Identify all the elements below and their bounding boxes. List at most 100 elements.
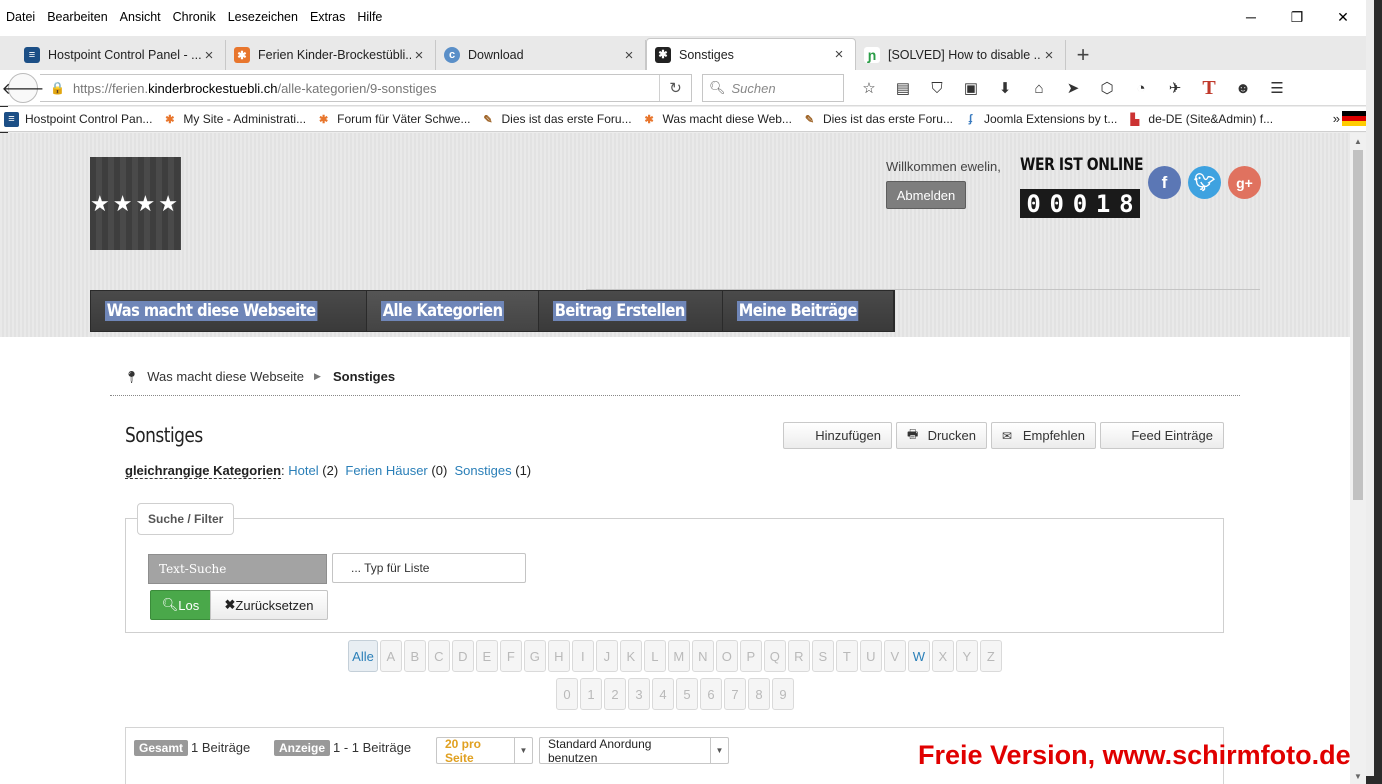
per-page-select[interactable]: 20 pro Seite ▼	[436, 737, 533, 765]
recommend-button[interactable]: ✉ Empfehlen	[991, 422, 1096, 449]
digit-filter-3[interactable]: 3	[628, 678, 650, 710]
letter-filter-a[interactable]: A	[379, 640, 402, 672]
menu-ansicht[interactable]: Ansicht	[120, 10, 161, 24]
add-button[interactable]: Hinzufügen	[783, 422, 892, 449]
menu-datei[interactable]: Datei	[6, 10, 35, 24]
vertical-scrollbar[interactable]: ▲ ▼	[1350, 133, 1366, 784]
bookmark-item[interactable]: ▙ de-DE (Site&Admin) f...	[1127, 112, 1273, 127]
hamburger-menu-icon[interactable]: ☰	[1260, 76, 1294, 100]
scroll-up-icon[interactable]: ▲	[1350, 133, 1366, 149]
download-icon[interactable]: ⬇	[988, 76, 1022, 100]
text-search-input[interactable]: ... Typ für Liste	[332, 553, 526, 583]
close-icon[interactable]: ×	[831, 46, 847, 63]
addon-badge-icon[interactable]: ▣	[954, 76, 988, 100]
letter-filter-o[interactable]: O	[715, 640, 738, 672]
letter-filter-s[interactable]: S	[811, 640, 834, 672]
bookmark-item[interactable]: ✎ Dies ist das erste Foru...	[802, 112, 953, 127]
tab-solved[interactable]: ɲ [SOLVED] How to disable ... ×	[856, 40, 1066, 70]
letter-filter-m[interactable]: M	[667, 640, 690, 672]
letter-filter-y[interactable]: Y	[955, 640, 978, 672]
minimize-icon[interactable]: ─	[1228, 0, 1274, 34]
digit-filter-7[interactable]: 7	[724, 678, 746, 710]
close-icon[interactable]: ×	[201, 47, 217, 64]
digit-filter-4[interactable]: 4	[652, 678, 674, 710]
bookmark-item[interactable]: ✱ Was macht diese Web...	[642, 112, 792, 127]
scrollbar-thumb[interactable]	[1353, 150, 1363, 500]
sibling-link-sonstiges[interactable]: Sonstiges	[455, 463, 512, 478]
feed-button[interactable]: Feed Einträge	[1100, 422, 1224, 449]
close-icon[interactable]: ×	[411, 47, 427, 64]
menu-bearbeiten[interactable]: Bearbeiten	[47, 10, 107, 24]
bookmark-item[interactable]: ʄ Joomla Extensions by t...	[963, 112, 1118, 127]
logout-button[interactable]: Abmelden	[886, 181, 966, 209]
scroll-down-icon[interactable]: ▼	[1350, 768, 1366, 784]
breadcrumb-home[interactable]: Was macht diese Webseite	[147, 369, 304, 384]
close-window-icon[interactable]: ✕	[1320, 0, 1366, 34]
extension-icon[interactable]: ✈	[1158, 76, 1192, 100]
digit-filter-5[interactable]: 5	[676, 678, 698, 710]
digit-filter-6[interactable]: 6	[700, 678, 722, 710]
tab-download[interactable]: c Download ×	[436, 40, 646, 70]
letter-filter-g[interactable]: G	[523, 640, 546, 672]
close-icon[interactable]: ×	[1041, 47, 1057, 64]
letter-filter-c[interactable]: C	[427, 640, 450, 672]
tab-ferien[interactable]: ✱ Ferien Kinder-Brockestübli... ×	[226, 40, 436, 70]
pocket-icon[interactable]: ⛉	[920, 76, 954, 100]
letter-filter-j[interactable]: J	[595, 640, 618, 672]
letter-filter-b[interactable]: B	[403, 640, 426, 672]
sibling-link-ferien-haeuser[interactable]: Ferien Häuser	[345, 463, 427, 478]
digit-filter-9[interactable]: 9	[772, 678, 794, 710]
site-logo[interactable]: ★★★★	[90, 157, 181, 250]
menu-extras[interactable]: Extras	[310, 10, 345, 24]
chevron-more-icon[interactable]: »	[1333, 111, 1340, 126]
nav-item-create-post[interactable]: Beitrag Erstellen	[539, 291, 724, 331]
nav-item-categories[interactable]: Alle Kategorien	[366, 291, 539, 331]
digit-filter-2[interactable]: 2	[604, 678, 626, 710]
bookmark-item[interactable]: ≡ Hostpoint Control Pan...	[4, 111, 152, 127]
sibling-link-hotel[interactable]: Hotel	[288, 463, 318, 478]
letter-filter-q[interactable]: Q	[763, 640, 786, 672]
tab-sonstiges[interactable]: ✱ Sonstiges ×	[646, 38, 856, 70]
digit-filter-0[interactable]: 0	[556, 678, 578, 710]
letter-filter-z[interactable]: Z	[979, 640, 1002, 672]
letter-filter-d[interactable]: D	[451, 640, 474, 672]
tab-hostpoint[interactable]: ≡ Hostpoint Control Panel - ... ×	[16, 40, 226, 70]
digit-filter-8[interactable]: 8	[748, 678, 770, 710]
url-bar[interactable]: 🔒 https://ferien. kinderbrockestuebli.ch /…	[40, 74, 692, 102]
menu-lesezeichen[interactable]: Lesezeichen	[228, 10, 298, 24]
google-plus-icon[interactable]: g+	[1228, 166, 1261, 199]
letter-filter-w[interactable]: W	[907, 640, 930, 672]
letter-filter-r[interactable]: R	[787, 640, 810, 672]
bookmark-item[interactable]: ✱ Forum für Väter Schwe...	[316, 112, 471, 127]
back-button[interactable]: 🡐	[2, 73, 44, 103]
letter-filter-l[interactable]: L	[643, 640, 666, 672]
letter-filter-p[interactable]: P	[739, 640, 762, 672]
search-input[interactable]: 🔍︎ Suchen	[702, 74, 844, 102]
restore-icon[interactable]: ❐	[1274, 0, 1320, 34]
letter-filter-v[interactable]: V	[883, 640, 906, 672]
letter-filter-e[interactable]: E	[475, 640, 498, 672]
letter-filter-u[interactable]: U	[859, 640, 882, 672]
close-icon[interactable]: ×	[621, 47, 637, 64]
text-tool-icon[interactable]: T	[1192, 76, 1226, 100]
smiley-icon[interactable]: ☻	[1226, 76, 1260, 100]
order-select[interactable]: Standard Anordung benutzen ▼	[539, 737, 729, 765]
letter-filter-i[interactable]: I	[571, 640, 594, 672]
print-button[interactable]: 🖶 Drucken	[896, 422, 987, 449]
letter-filter-x[interactable]: X	[931, 640, 954, 672]
bookmark-star-icon[interactable]: ☆	[852, 76, 886, 100]
bookmark-item[interactable]: ✎ Dies ist das erste Foru...	[481, 112, 631, 127]
go-button[interactable]: 🔍︎ Los	[150, 590, 211, 620]
twitter-icon[interactable]: 🐦︎	[1188, 166, 1221, 199]
reset-button[interactable]: ✖ Zurücksetzen	[210, 590, 328, 620]
new-tab-button[interactable]: +	[1066, 40, 1100, 70]
letter-filter-h[interactable]: H	[547, 640, 570, 672]
nav-item-about[interactable]: Was macht diese Webseite	[91, 291, 367, 331]
menu-hilfe[interactable]: Hilfe	[357, 10, 382, 24]
history-icon[interactable]: ◔	[1124, 76, 1158, 100]
reload-icon[interactable]: ↻	[659, 75, 691, 101]
menu-chronik[interactable]: Chronik	[173, 10, 216, 24]
letter-filter-k[interactable]: K	[619, 640, 642, 672]
send-icon[interactable]: ➤	[1056, 76, 1090, 100]
letter-filter-f[interactable]: F	[499, 640, 522, 672]
